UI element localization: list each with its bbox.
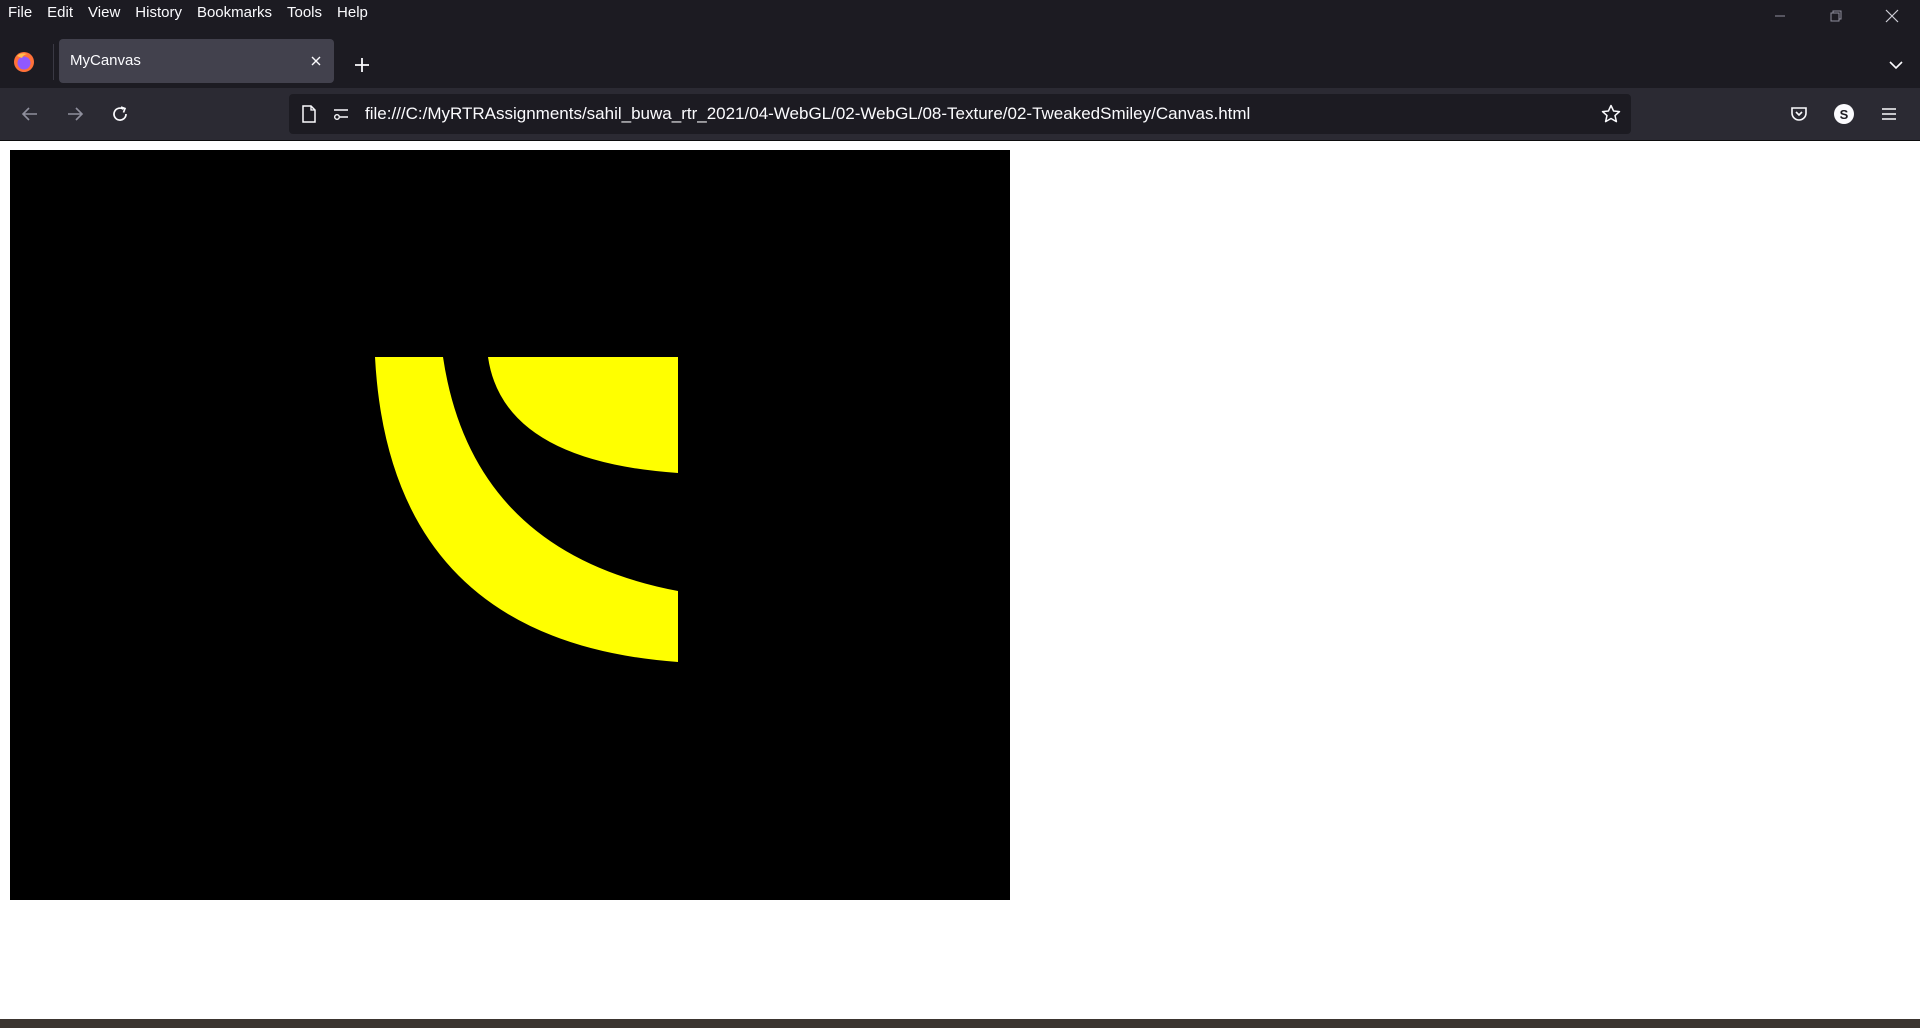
close-icon [311, 56, 321, 66]
yellow-upper-wedge [488, 357, 678, 473]
restore-icon [1830, 10, 1842, 22]
app-menu-button[interactable] [1873, 98, 1905, 130]
menu-help[interactable]: Help [329, 0, 375, 26]
pocket-icon [1791, 107, 1807, 121]
menu-edit[interactable]: Edit [39, 0, 80, 26]
minimize-icon [1775, 15, 1785, 17]
menu-view[interactable]: View [80, 0, 127, 26]
menu-file[interactable]: File [0, 0, 39, 26]
menu-bookmarks[interactable]: Bookmarks [189, 0, 279, 26]
tab-separator [53, 44, 54, 80]
bookmark-star-button[interactable] [1599, 102, 1623, 126]
menu-icon [1882, 108, 1896, 120]
address-bar[interactable]: file:///C:/MyRTRAssignments/sahil_buwa_r… [289, 94, 1631, 134]
new-tab-button[interactable] [346, 49, 378, 81]
pocket-button[interactable] [1783, 98, 1815, 130]
list-all-tabs-button[interactable] [1880, 49, 1912, 81]
page-icon [297, 102, 321, 126]
reload-icon [113, 106, 127, 121]
back-icon [21, 107, 37, 121]
back-button[interactable] [14, 98, 46, 130]
chevron-down-icon [1889, 61, 1903, 70]
menu-bar: File Edit View History Bookmarks Tools H… [0, 0, 1920, 26]
forward-button[interactable] [59, 98, 91, 130]
tab-bar: MyCanvas [0, 26, 1920, 88]
menu-history[interactable]: History [127, 0, 189, 26]
star-icon [1601, 104, 1621, 123]
plus-icon [355, 58, 369, 72]
firefox-icon[interactable] [12, 50, 36, 74]
forward-icon [68, 107, 84, 121]
webgl-canvas[interactable] [10, 150, 1010, 900]
account-button[interactable]: S [1828, 98, 1860, 130]
tweaked-smiley-render [375, 357, 678, 662]
tab-title: MyCanvas [70, 52, 141, 69]
close-icon [1885, 9, 1899, 23]
avatar: S [1834, 104, 1854, 124]
page-content [0, 141, 1920, 1019]
tab-close-button[interactable] [304, 49, 328, 73]
navigation-toolbar: file:///C:/MyRTRAssignments/sahil_buwa_r… [0, 88, 1920, 141]
tab-mycanvas[interactable]: MyCanvas [59, 39, 334, 83]
taskbar-edge [0, 1019, 1920, 1028]
permissions-icon[interactable] [329, 102, 353, 126]
reload-button[interactable] [104, 98, 136, 130]
menu-tools[interactable]: Tools [279, 0, 329, 26]
url-text[interactable]: file:///C:/MyRTRAssignments/sahil_buwa_r… [365, 94, 1250, 134]
